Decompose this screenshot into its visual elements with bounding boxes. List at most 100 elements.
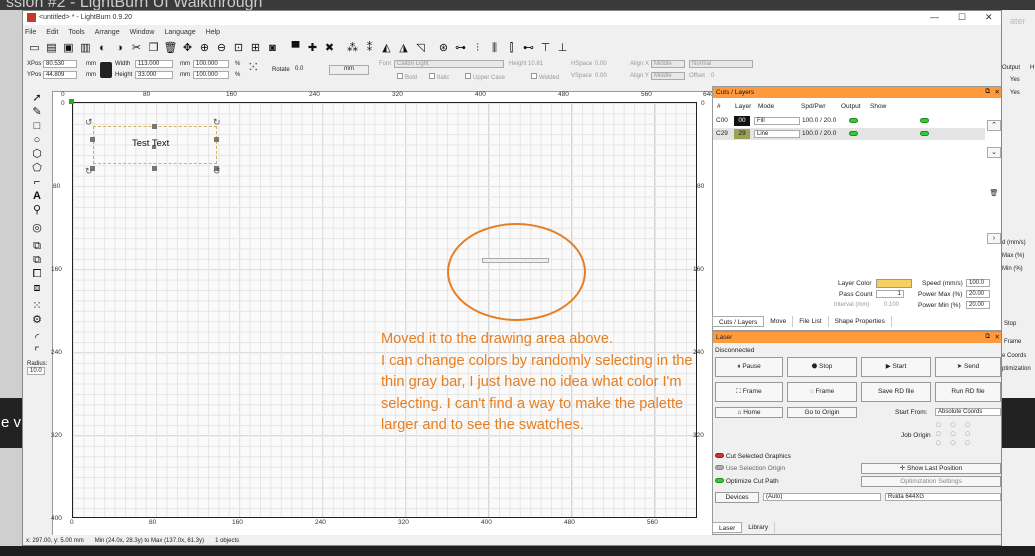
scale-width-input[interactable]: 100.000 bbox=[193, 60, 229, 68]
tools-icon[interactable]: ✚ bbox=[305, 41, 320, 55]
move-icon[interactable]: ✥ bbox=[180, 41, 195, 55]
align-top-icon[interactable]: ⊤ bbox=[538, 41, 553, 55]
layer-mode-select[interactable]: Line bbox=[754, 130, 800, 138]
frame-button[interactable]: ⛶ Frame bbox=[715, 382, 783, 402]
selection-handle[interactable] bbox=[90, 137, 95, 142]
offset-value[interactable]: 0 bbox=[711, 73, 714, 79]
float-icon[interactable]: ⧉ bbox=[985, 333, 990, 341]
frame-circle-button[interactable]: ◌ Frame bbox=[787, 382, 857, 402]
trash-icon[interactable]: 🗑 bbox=[987, 189, 1001, 200]
pass-count-input[interactable]: 1 bbox=[876, 290, 904, 298]
rotate-input[interactable]: 0.0 bbox=[293, 66, 323, 74]
minimize-button[interactable]: — bbox=[930, 12, 939, 22]
maximize-button[interactable]: ☐ bbox=[958, 12, 966, 23]
menu-help[interactable]: Help bbox=[206, 29, 220, 36]
stop-button[interactable]: ⬣ Stop bbox=[787, 357, 857, 377]
output-toggle[interactable] bbox=[849, 118, 858, 123]
power-max-input[interactable]: 20.00 bbox=[966, 290, 990, 298]
show-toggle[interactable] bbox=[920, 131, 929, 136]
undo-icon[interactable]: ◐ bbox=[95, 41, 110, 55]
home-button[interactable]: ⌂ Home bbox=[715, 407, 783, 418]
float-icon[interactable]: ⧉ bbox=[985, 88, 990, 96]
cut-selected-row[interactable]: Cut Selected Graphics bbox=[715, 453, 791, 460]
close-icon[interactable]: ✕ bbox=[995, 88, 1000, 96]
rectangle-icon[interactable]: □ bbox=[23, 119, 51, 133]
xpos-input[interactable]: 80.530 bbox=[43, 60, 77, 68]
tab-move[interactable]: Move bbox=[764, 316, 794, 327]
scroll-right-button[interactable]: › bbox=[987, 233, 1001, 244]
ellipse-icon[interactable]: ○ bbox=[23, 133, 51, 147]
align-bottom-icon[interactable]: ⊥ bbox=[555, 41, 570, 55]
save-rd-button[interactable]: Save RD file bbox=[861, 382, 931, 402]
close-icon[interactable]: ✕ bbox=[995, 333, 1000, 341]
go-to-origin-button[interactable]: Go to Origin bbox=[787, 407, 857, 418]
delete-icon[interactable]: 🗑 bbox=[163, 41, 178, 55]
menu-tools[interactable]: Tools bbox=[68, 29, 84, 36]
welded-checkbox[interactable] bbox=[531, 73, 537, 79]
start-from-select[interactable]: Absolute Coords bbox=[935, 408, 1001, 416]
settings-icon[interactable]: ✖ bbox=[322, 41, 337, 55]
devices-button[interactable]: Devices bbox=[715, 492, 759, 503]
pen-icon[interactable]: ✎ bbox=[23, 105, 51, 119]
height-input[interactable]: 33.000 bbox=[135, 71, 173, 79]
mirror-v-icon[interactable]: ◮ bbox=[396, 41, 411, 55]
shape-icon[interactable]: ⬠ bbox=[23, 161, 51, 175]
power-min-input[interactable]: 20.00 bbox=[966, 301, 990, 309]
copy-icon[interactable]: ❐ bbox=[146, 41, 161, 55]
round-corner-icon[interactable]: ◜ bbox=[23, 331, 51, 345]
send-button[interactable]: ➤ Send bbox=[935, 357, 1001, 377]
zoom-out-icon[interactable]: ⊖ bbox=[214, 41, 229, 55]
select-icon[interactable]: ➚ bbox=[23, 91, 51, 105]
tab-laser[interactable]: Laser bbox=[712, 521, 743, 533]
dist-h-icon[interactable]: ⫶ bbox=[470, 41, 485, 55]
boolean3-icon[interactable]: ⧠ bbox=[23, 267, 51, 281]
boolean4-icon[interactable]: ⧈ bbox=[23, 281, 51, 295]
menu-language[interactable]: Language bbox=[165, 29, 196, 36]
pause-button[interactable]: ⏸ Pause bbox=[715, 357, 783, 377]
polygon-icon[interactable]: ⬡ bbox=[23, 147, 51, 161]
move-laser-icon[interactable]: ⊛ bbox=[436, 41, 451, 55]
corner2-icon[interactable]: ⌜ bbox=[23, 345, 51, 359]
alignx-select[interactable]: Middle bbox=[651, 60, 685, 68]
ungroup-icon[interactable]: ⁑ bbox=[362, 41, 377, 55]
zoom-page-icon[interactable]: ⊞ bbox=[248, 41, 263, 55]
text-icon[interactable]: A bbox=[23, 189, 51, 203]
ypos-input[interactable]: 44.809 bbox=[43, 71, 77, 79]
cut-selected-toggle[interactable] bbox=[715, 453, 724, 458]
tab-file-list[interactable]: File List bbox=[793, 316, 829, 327]
optimization-settings-button[interactable]: Optimization Settings bbox=[861, 476, 1001, 487]
dist-v-icon[interactable]: ⫼ bbox=[487, 41, 502, 55]
monitor-icon[interactable]: ▀ bbox=[288, 41, 303, 55]
width-input[interactable]: 113.000 bbox=[135, 60, 173, 68]
hspace-value[interactable]: 0.00 bbox=[595, 61, 607, 67]
move-up-button[interactable]: ⌃ bbox=[987, 120, 1001, 131]
menu-window[interactable]: Window bbox=[130, 29, 155, 36]
bold-checkbox[interactable] bbox=[397, 73, 403, 79]
mirror-h-icon[interactable]: ◭ bbox=[379, 41, 394, 55]
close-button[interactable]: ✕ bbox=[985, 12, 993, 23]
selection-handle[interactable] bbox=[152, 166, 157, 171]
units-button[interactable]: mm bbox=[329, 65, 369, 75]
selection-handle[interactable] bbox=[214, 137, 219, 142]
array-icon[interactable]: ⫿ bbox=[504, 41, 519, 55]
zoom-in-icon[interactable]: ⊕ bbox=[197, 41, 212, 55]
menu-file[interactable]: File bbox=[25, 29, 36, 36]
use-selection-origin-toggle[interactable] bbox=[715, 465, 724, 470]
group-icon[interactable]: ⁂ bbox=[345, 41, 360, 55]
corner-icon[interactable]: ⌐ bbox=[23, 175, 51, 189]
start-button[interactable]: ▶ Start bbox=[861, 357, 931, 377]
uppercase-checkbox[interactable] bbox=[465, 73, 471, 79]
rotate-handle-icon[interactable]: ↺ bbox=[213, 166, 221, 177]
aligny-select[interactable]: Middle bbox=[651, 72, 685, 80]
speed-input[interactable]: 100.0 bbox=[966, 279, 990, 287]
text-height-value[interactable]: 10.81 bbox=[528, 61, 543, 67]
save-icon[interactable]: ▣ bbox=[61, 41, 76, 55]
tab-shape-properties[interactable]: Shape Properties bbox=[829, 316, 892, 327]
rotate-handle-icon[interactable]: ↻ bbox=[85, 166, 93, 177]
layer-color-swatch[interactable] bbox=[876, 279, 912, 288]
align-icon[interactable]: ⊶ bbox=[453, 41, 468, 55]
show-last-position-button[interactable]: ✛ Show Last Position bbox=[861, 463, 1001, 474]
anchor-grid-icon[interactable]: ⁙ bbox=[247, 60, 260, 76]
workspace-grid[interactable] bbox=[72, 102, 697, 518]
circle-ring-icon[interactable]: ◎ bbox=[23, 221, 51, 235]
